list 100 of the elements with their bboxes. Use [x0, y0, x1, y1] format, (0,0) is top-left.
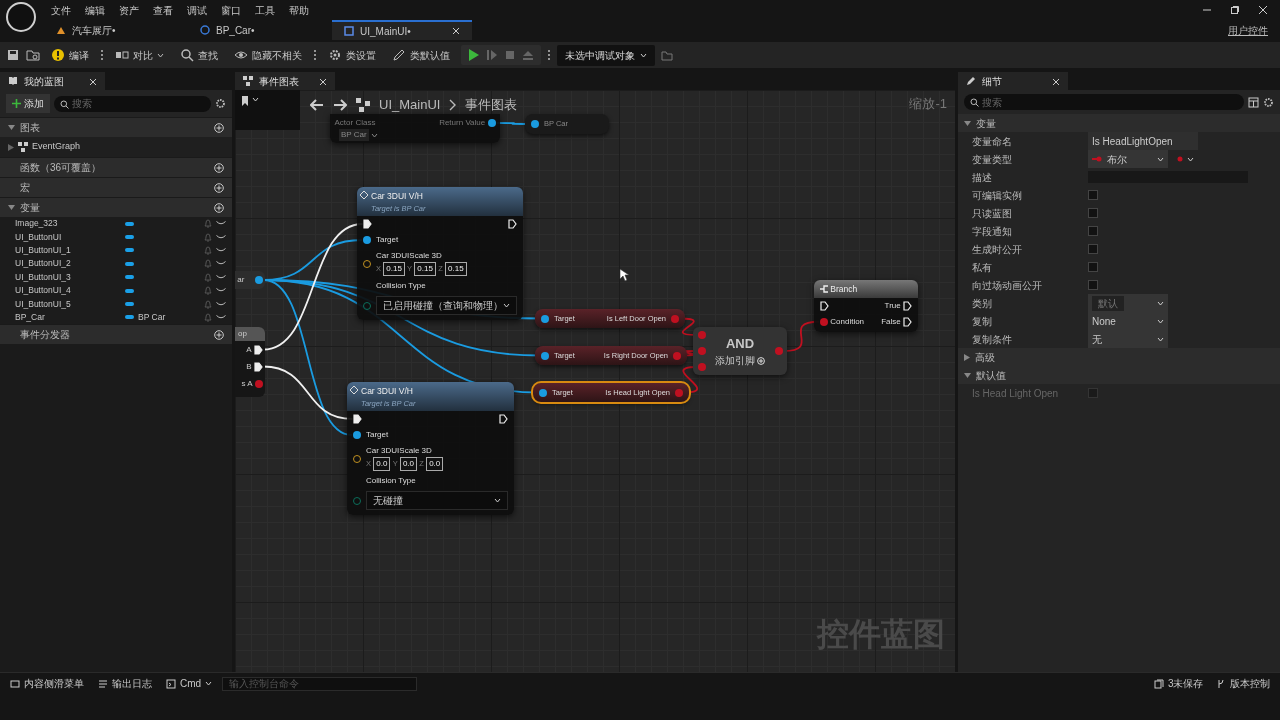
data-pin[interactable]: [541, 351, 549, 360]
data-pin[interactable]: [541, 314, 549, 323]
toolbar-button[interactable]: 隐藏不相关: [229, 45, 307, 65]
more-icon[interactable]: [547, 49, 551, 61]
panel-tab[interactable]: 细节: [958, 72, 1068, 90]
status-button[interactable]: 3未保存: [1149, 676, 1208, 691]
exec-pin[interactable]: [253, 344, 263, 355]
add-circle-icon[interactable]: [214, 122, 224, 133]
data-pin[interactable]: [254, 276, 263, 284]
menu-item[interactable]: 查看: [146, 2, 180, 18]
checkbox[interactable]: [1088, 244, 1098, 254]
settings-icon[interactable]: [215, 98, 226, 109]
variable-node[interactable]: ar: [235, 271, 265, 289]
data-pin[interactable]: [487, 119, 496, 127]
document-tab[interactable]: UI_MainUI•: [332, 20, 472, 40]
exec-pin[interactable]: [499, 414, 508, 424]
menu-item[interactable]: 窗口: [214, 2, 248, 18]
number-field[interactable]: 0.15: [445, 262, 467, 276]
graph-node[interactable]: Actor Class Return Value BP Car: [330, 114, 500, 144]
section-header[interactable]: 事件分发器: [0, 324, 232, 345]
variable-name[interactable]: UI_ButtonUI_5: [15, 297, 125, 311]
add-circle-icon[interactable]: [757, 356, 766, 365]
status-button[interactable]: 内容侧滑菜单: [6, 676, 88, 691]
data-pin[interactable]: [353, 431, 361, 439]
play-icon[interactable]: [467, 48, 481, 62]
breadcrumb-item[interactable]: 事件图表: [465, 95, 518, 115]
exec-pin[interactable]: [253, 361, 263, 372]
parent-class-link[interactable]: 用户控件: [1228, 22, 1268, 38]
panel-tab[interactable]: 事件图表: [235, 72, 335, 90]
number-field[interactable]: 0.0: [399, 457, 418, 471]
menu-item[interactable]: 编辑: [78, 2, 112, 18]
variable-name[interactable]: UI_ButtonUI_4: [15, 284, 125, 297]
number-field[interactable]: 0.0: [426, 457, 444, 471]
close-icon[interactable]: [452, 27, 460, 36]
table-icon[interactable]: [1248, 96, 1259, 108]
checkbox[interactable]: [1088, 208, 1098, 218]
status-button[interactable]: 版本控制: [1212, 676, 1274, 691]
toolbar-button[interactable]: 对比: [110, 45, 169, 65]
add-circle-icon[interactable]: [214, 329, 224, 340]
section-header[interactable]: 默认值: [958, 366, 1280, 384]
number-field[interactable]: 0.0: [373, 457, 391, 471]
section-header[interactable]: 变量: [0, 197, 232, 217]
graph-list-item[interactable]: EventGraph: [0, 137, 232, 157]
step-icon[interactable]: [485, 48, 499, 62]
console-field[interactable]: 输入控制台命令: [222, 676, 418, 691]
close-icon[interactable]: [1258, 5, 1268, 15]
data-pin[interactable]: [539, 388, 547, 397]
save-icon[interactable]: [6, 48, 20, 62]
back-arrow-icon[interactable]: [310, 98, 324, 111]
class-dropdown[interactable]: BP Car: [339, 129, 369, 141]
search-field[interactable]: 搜索: [964, 94, 1244, 110]
document-tab[interactable]: 汽车展厅•: [44, 20, 184, 40]
add-pin-label[interactable]: 添加引脚: [714, 353, 755, 369]
number-field[interactable]: 0.15: [383, 262, 405, 276]
breadcrumb-item[interactable]: UI_MainUI: [379, 95, 441, 115]
search-field[interactable]: 搜索: [54, 95, 211, 112]
add-circle-icon[interactable]: [214, 202, 224, 213]
settings-icon[interactable]: [1263, 96, 1274, 108]
exec-pin[interactable]: [353, 414, 362, 424]
more-icon[interactable]: [100, 49, 104, 61]
exec-pin[interactable]: [903, 316, 912, 327]
eject-icon[interactable]: [521, 48, 535, 62]
variable-name[interactable]: BP_Car: [15, 311, 125, 324]
graph-node[interactable]: op A B s A: [235, 327, 265, 397]
and-node[interactable]: AND 添加引脚: [693, 327, 787, 375]
menu-item[interactable]: 资产: [112, 2, 146, 18]
section-header[interactable]: 高级: [958, 348, 1280, 366]
status-button[interactable]: Cmd: [162, 676, 217, 691]
variable-name[interactable]: UI_ButtonUI: [15, 230, 125, 244]
exec-pin[interactable]: [903, 300, 912, 311]
menu-item[interactable]: 调试: [180, 2, 214, 18]
panel-tab[interactable]: 我的蓝图: [0, 72, 105, 90]
toolbar-button[interactable]: 类设置: [323, 45, 381, 65]
stop-icon[interactable]: [503, 48, 517, 62]
menu-item[interactable]: 文件: [44, 2, 78, 18]
document-tab[interactable]: BP_Car•: [188, 20, 328, 40]
add-button[interactable]: 添加: [6, 94, 50, 113]
caret-icon[interactable]: [252, 96, 259, 103]
collision-dropdown[interactable]: 已启用碰撞（查询和物理）: [376, 296, 517, 315]
exec-pin[interactable]: [820, 300, 829, 311]
folder-icon[interactable]: [661, 49, 673, 61]
variable-name[interactable]: UI_ButtonUI_3: [15, 270, 125, 284]
close-icon[interactable]: [319, 77, 327, 86]
graph-canvas[interactable]: [235, 90, 955, 672]
close-icon[interactable]: [89, 77, 97, 86]
variable-name[interactable]: UI_ButtonUI_1: [15, 244, 125, 257]
data-pin[interactable]: [531, 120, 539, 128]
exec-pin[interactable]: [363, 219, 372, 229]
variable-name[interactable]: Image_323: [15, 217, 125, 231]
restore-icon[interactable]: [1230, 5, 1240, 15]
checkbox[interactable]: [1088, 190, 1098, 200]
toolbar-button[interactable]: 查找: [175, 45, 223, 65]
data-pin[interactable]: [254, 379, 263, 388]
toolbar-button[interactable]: 编译: [46, 45, 94, 65]
checkbox[interactable]: [1088, 280, 1098, 290]
section-header[interactable]: 变量: [958, 114, 1280, 132]
data-pin[interactable]: [820, 317, 828, 326]
variable-name[interactable]: UI_ButtonUI_2: [15, 257, 125, 271]
menu-item[interactable]: 工具: [248, 2, 282, 18]
exec-pin[interactable]: [508, 219, 517, 229]
